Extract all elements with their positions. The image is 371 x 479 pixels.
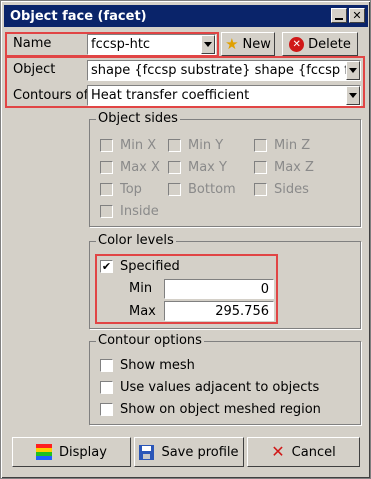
minimize-icon[interactable] (331, 8, 347, 23)
delete-icon: ✕ (289, 36, 305, 52)
specified-checkbox[interactable]: ✔ Specified (100, 259, 180, 274)
x-icon: ✕ (271, 442, 285, 461)
title-bar[interactable]: Object face (facet) ✕ (4, 5, 368, 27)
cancel-button[interactable]: ✕ Cancel (247, 437, 360, 467)
save-profile-label: Save profile (161, 444, 239, 460)
contours-of-dropdown[interactable]: Heat transfer coefficient (87, 85, 361, 106)
contour-options-title: Contour options (96, 333, 204, 348)
object-face-dialog: Object face (facet) ✕ Name fccsp-htc ★ N… (0, 0, 371, 479)
min-input[interactable]: 0 (164, 279, 274, 299)
floppy-disk-icon (139, 444, 155, 460)
object-sides-group: Object sides Min X Min Y Min Z Max X Max… (89, 111, 361, 227)
inside-checkbox[interactable]: Inside (100, 204, 159, 219)
object-sides-title: Object sides (96, 111, 180, 126)
name-value: fccsp-htc (91, 37, 151, 52)
color-scale-icon (36, 444, 53, 460)
object-dropdown[interactable]: shape {fccsp substrate} shape {fccsp fli… (87, 60, 361, 81)
name-dropdown[interactable]: fccsp-htc (87, 34, 216, 55)
contour-options-group: Contour options Show mesh Use values adj… (89, 333, 361, 425)
window-title: Object face (facet) (10, 8, 147, 24)
display-button-label: Display (59, 444, 107, 460)
bottom-checkbox[interactable]: Bottom (168, 182, 236, 197)
contours-of-value: Heat transfer coefficient (91, 88, 250, 103)
contours-of-label: Contours of (13, 88, 89, 103)
chevron-down-icon[interactable] (201, 35, 215, 54)
min-label: Min (129, 281, 153, 296)
max-label: Max (129, 304, 156, 319)
color-levels-title: Color levels (96, 233, 176, 248)
min-y-checkbox[interactable]: Min Y (168, 138, 223, 153)
max-input[interactable]: 295.756 (164, 301, 274, 321)
max-z-checkbox[interactable]: Max Z (254, 160, 314, 175)
delete-button[interactable]: ✕ Delete (282, 32, 358, 56)
max-x-checkbox[interactable]: Max X (100, 160, 160, 175)
name-label: Name (13, 36, 52, 51)
object-value: shape {fccsp substrate} shape {fccsp fli… (91, 63, 361, 78)
sides-checkbox[interactable]: Sides (254, 182, 309, 197)
max-y-checkbox[interactable]: Max Y (168, 160, 227, 175)
close-icon[interactable]: ✕ (349, 8, 365, 23)
show-mesh-checkbox[interactable]: Show mesh (100, 358, 195, 373)
max-value: 295.756 (215, 303, 269, 319)
title-buttons: ✕ (331, 8, 365, 23)
display-button[interactable]: Display (12, 437, 131, 467)
specified-label: Specified (120, 259, 180, 274)
new-button-label: New (242, 36, 271, 52)
cancel-button-label: Cancel (291, 444, 336, 460)
min-value: 0 (260, 281, 269, 297)
delete-button-label: Delete (308, 36, 351, 52)
show-meshed-region-checkbox[interactable]: Show on object meshed region (100, 402, 321, 417)
object-label: Object (13, 62, 56, 77)
use-adjacent-values-checkbox[interactable]: Use values adjacent to objects (100, 380, 319, 395)
min-z-checkbox[interactable]: Min Z (254, 138, 310, 153)
min-x-checkbox[interactable]: Min X (100, 138, 156, 153)
save-profile-button[interactable]: Save profile (134, 437, 244, 467)
chevron-down-icon[interactable] (346, 86, 360, 105)
top-checkbox[interactable]: Top (100, 182, 142, 197)
check-icon: ✔ (100, 260, 113, 273)
star-icon: ★ (225, 34, 239, 53)
chevron-down-icon[interactable] (346, 61, 360, 80)
new-button[interactable]: ★ New (221, 32, 275, 56)
